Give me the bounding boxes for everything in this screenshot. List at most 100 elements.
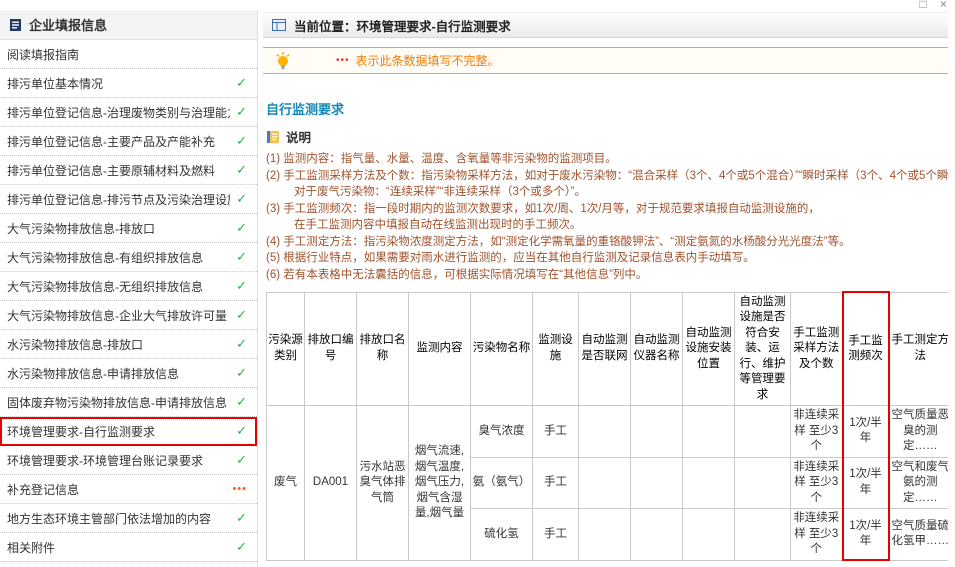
- cell-compliance: [734, 508, 791, 561]
- cell-compliance: [734, 456, 791, 510]
- instructions-list: (1) 监测内容：指气量、水量、温度、含氧量等非污染物的监测项目。 (2) 手工监…: [266, 151, 948, 283]
- table-header: 排放口名称: [356, 291, 409, 407]
- instructions-header: 说明: [266, 127, 948, 146]
- lightbulb-icon: [276, 51, 290, 69]
- sidebar-item-label: 大气污染物排放信息-有组织排放信息: [7, 250, 203, 265]
- sidebar-item[interactable]: 补充登记信息 •••: [0, 475, 257, 504]
- sidebar-title: 企业填报信息: [29, 18, 108, 33]
- cell-net: [578, 508, 631, 561]
- close-icon[interactable]: ×: [940, 0, 947, 11]
- table-header: 排放口编号: [304, 291, 357, 407]
- cell-net: [578, 405, 631, 458]
- sidebar-item[interactable]: 固体废弃物污染物排放信息-申请排放信息 ✓: [0, 388, 257, 417]
- sidebar-item-label: 环境管理要求-自行监测要求: [7, 424, 155, 439]
- sidebar-item[interactable]: 排污单位登记信息-排污节点及污染治理设施 ✓: [0, 185, 257, 214]
- sidebar-header: 企业填报信息: [0, 10, 257, 40]
- notice-message: ••• 表示此条数据填写不完整。: [336, 52, 500, 69]
- table-header: 手工监测采样方法及个数: [790, 291, 843, 407]
- cell-device: [630, 456, 683, 510]
- sidebar-item-label: 阅读填报指南: [7, 47, 80, 62]
- sidebar-item[interactable]: 相关附件 ✓: [0, 533, 257, 562]
- cell-sampling: 非连续采样 至少3个: [790, 508, 843, 561]
- table-header-row: 污染源类别 排放口编号 排放口名称 监测内容 污染物名称 监测设施 自动监测是否联网 自动监测…: [266, 291, 948, 407]
- table-header: 自动监测设施安装位置: [682, 291, 735, 407]
- sidebar-item[interactable]: 排污单位登记信息-治理废物类别与治理能力 ✓: [0, 98, 257, 127]
- table-header: 自动监测是否联网: [578, 291, 631, 407]
- cell-position: [682, 405, 735, 458]
- cell-frequency: 1次/半年: [841, 405, 890, 458]
- check-icon: ✓: [236, 394, 247, 409]
- cell-source-type: 废气: [266, 405, 305, 561]
- sidebar-item-label: 水污染物排放信息-申请排放信息: [7, 366, 179, 381]
- table-header: 污染源类别: [266, 291, 305, 407]
- maximize-icon[interactable]: □: [919, 0, 926, 11]
- cell-device: [630, 508, 683, 561]
- app-window: □ × 企业填报信息 阅读填报指南 排污单位基本情况 ✓ 排污单位登记信息-治理废物类…: [0, 0, 955, 567]
- check-icon: ✓: [236, 162, 247, 177]
- cell-method: 空气和废气氨的测定……: [888, 456, 948, 510]
- sidebar-item[interactable]: 排污单位登记信息-主要产品及产能补充 ✓: [0, 127, 257, 156]
- sidebar-item[interactable]: 阅读填报指南: [0, 40, 257, 69]
- sidebar-item-label: 大气污染物排放信息-排放口: [7, 221, 155, 236]
- cell-facility: 手工: [532, 456, 579, 510]
- sidebar-item-label: 水污染物排放信息-排放口: [7, 337, 143, 352]
- cell-sampling: 非连续采样 至少3个: [790, 405, 843, 458]
- cell-pollutant: 氨（氨气）: [470, 456, 533, 510]
- breadcrumb-label: 当前位置：环境管理要求-自行监测要求: [294, 19, 511, 34]
- cell-facility: 手工: [532, 405, 579, 458]
- cell-net: [578, 456, 631, 510]
- table-header: 手工监测频次: [841, 291, 890, 407]
- location-icon: [272, 19, 286, 31]
- table-row: 废气 DA001 污水站恶臭气体排气筒 烟气流速,烟气温度,烟气压力,烟气含湿量,烟气…: [266, 405, 948, 561]
- manual-icon: [267, 130, 279, 143]
- sidebar-item-label: 排污单位登记信息-治理废物类别与治理能力: [7, 105, 231, 120]
- cell-facility: 手工: [532, 508, 579, 561]
- sidebar-item[interactable]: 排污单位基本情况 ✓: [0, 69, 257, 98]
- sidebar-item[interactable]: 排污单位登记信息-主要原辅材料及燃料 ✓: [0, 156, 257, 185]
- check-icon: ✓: [236, 191, 247, 206]
- check-icon: ✓: [236, 249, 247, 264]
- sidebar-item[interactable]: 地方生态环境主管部门依法增加的内容 ✓: [0, 504, 257, 533]
- sidebar-item[interactable]: 大气污染物排放信息-排放口 ✓: [0, 214, 257, 243]
- sidebar-item-label: 大气污染物排放信息-企业大气排放许可量: [7, 308, 227, 323]
- sidebar-item-label: 相关附件: [7, 540, 56, 555]
- check-icon: ✓: [236, 220, 247, 235]
- table-header: 污染物名称: [470, 291, 533, 407]
- incomplete-notice: ••• 表示此条数据填写不完整。: [263, 47, 948, 74]
- sidebar-item[interactable]: 环境管理要求-自行监测要求 ✓: [0, 417, 257, 446]
- table-header: 自动监测仪器名称: [630, 291, 683, 407]
- cell-position: [682, 456, 735, 510]
- instruction-line: (2) 手工监测采样方法及个数：指污染物采样方法，如对于废水污染物：“混合采样（…: [266, 169, 948, 182]
- check-icon: ✓: [236, 510, 247, 525]
- main-panel: 当前位置：环境管理要求-自行监测要求 ••• 表示此条数据填写不完整。 自行监测…: [258, 10, 955, 567]
- instruction-line: 对于废气污染物：“连续采样”“非连续采样（3个或多个）”。: [294, 186, 586, 198]
- section-title: 自行监测要求: [266, 102, 345, 117]
- sidebar-item[interactable]: 水污染物排放信息-申请排放信息 ✓: [0, 359, 257, 388]
- check-icon: ✓: [236, 133, 247, 148]
- cell-content: 烟气流速,烟气温度,烟气压力,烟气含湿量,烟气量: [408, 405, 471, 561]
- cell-pollutant: 臭气浓度: [470, 405, 533, 458]
- sidebar-item[interactable]: 大气污染物排放信息-有组织排放信息 ✓: [0, 243, 257, 272]
- cell-frequency: 1次/半年: [841, 508, 890, 562]
- sidebar-item[interactable]: 环境管理要求-环境管理台账记录要求 ✓: [0, 446, 257, 475]
- check-icon: ✓: [236, 336, 247, 351]
- check-icon: ✓: [236, 365, 247, 380]
- sidebar-item-label: 排污单位基本情况: [7, 76, 104, 91]
- check-icon: ✓: [236, 452, 247, 467]
- sidebar-menu: 阅读填报指南 排污单位基本情况 ✓ 排污单位登记信息-治理废物类别与治理能力 ✓ 排污单位…: [0, 40, 257, 562]
- incomplete-dots-icon: •••: [336, 55, 350, 66]
- table-header: 自动监测设施是否符合安装、运行、维护等管理要求: [734, 291, 791, 407]
- instruction-line: (6) 若有本表格中无法囊括的信息，可根据实际情况填写在“其他信息”列中。: [266, 268, 648, 281]
- sidebar-item[interactable]: 大气污染物排放信息-企业大气排放许可量 ✓: [0, 301, 257, 330]
- check-icon: ✓: [236, 423, 247, 438]
- window-controls: □ ×: [909, 0, 947, 11]
- cell-outlet-no: DA001: [304, 405, 357, 561]
- sidebar-item[interactable]: 大气污染物排放信息-无组织排放信息 ✓: [0, 272, 257, 301]
- cell-outlet-name: 污水站恶臭气体排气筒: [356, 405, 409, 561]
- cell-sampling: 非连续采样 至少3个: [790, 456, 843, 510]
- sidebar-item-label: 环境管理要求-环境管理台账记录要求: [7, 453, 203, 468]
- cell-position: [682, 508, 735, 561]
- table-header: 监测内容: [408, 291, 471, 407]
- sidebar-item[interactable]: 水污染物排放信息-排放口 ✓: [0, 330, 257, 359]
- monitoring-table: 污染源类别 排放口编号 排放口名称 监测内容 污染物名称 监测设施 自动监测是否联网 自动监测…: [266, 291, 948, 562]
